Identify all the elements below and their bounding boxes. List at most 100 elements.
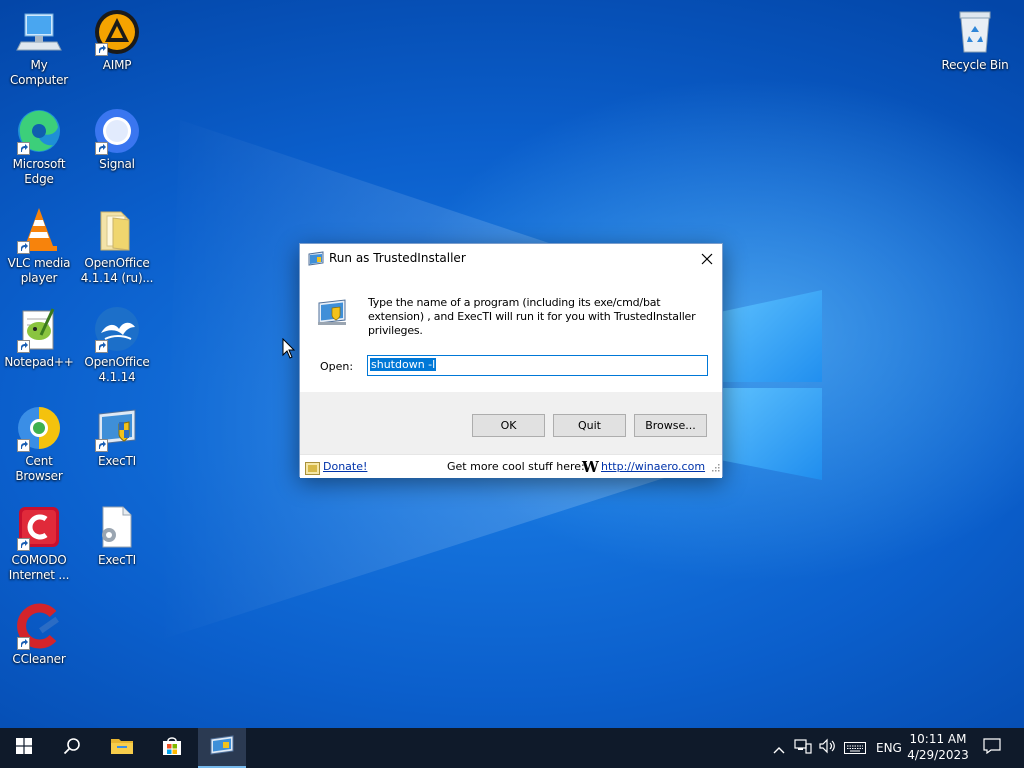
desktop-icon-label: VLC media player [7,256,71,285]
desktop-icon-openoffice-folder[interactable]: OpenOffice 4.1.14 (ru)... [78,206,156,286]
donate-icon [305,460,320,479]
ccleaner-icon [15,602,63,650]
openoffice-icon [93,305,141,353]
resize-grip-icon[interactable] [711,457,720,476]
dialog-description: Type the name of a program (including it… [368,296,696,337]
network-icon [794,738,812,758]
notification-icon [983,738,1001,758]
start-button[interactable] [0,728,48,768]
desktop-icon-label: AIMP [102,58,132,72]
desktop-icon-label: COMODO Internet ... [8,553,70,582]
program-icon [316,296,348,332]
desktop-icon-cent-browser[interactable]: Cent Browser [0,404,78,484]
search-button[interactable] [48,728,96,768]
desktop-icon-execti-shortcut[interactable]: ExecTI [78,404,156,469]
taskbar: ENG 10:11 AM 4/29/2023 [0,728,1024,768]
shortcut-arrow-icon [17,439,30,452]
desktop-icon-ccleaner[interactable]: CCleaner [0,602,78,667]
dialog-title: Run as TrustedInstaller [329,251,466,265]
open-label: Open: [320,360,354,373]
winaero-link[interactable]: http://winaero.com [601,460,705,473]
quit-button[interactable]: Quit [553,414,626,437]
shortcut-arrow-icon [95,43,108,56]
search-icon [63,737,81,759]
touch-keyboard-button[interactable] [842,728,868,768]
shortcut-arrow-icon [17,538,30,551]
chevron-up-icon [773,739,785,758]
desktop-icon-my-computer[interactable]: My Computer [0,8,78,88]
action-center-button[interactable] [976,728,1008,768]
speaker-icon [818,738,836,758]
desktop-icon-signal[interactable]: Signal [78,107,156,172]
input-language-indicator[interactable]: ENG [876,741,902,755]
browse-button[interactable]: Browse... [634,414,707,437]
desktop-icon-label: Microsoft Edge [12,157,66,186]
winaero-logo: W [582,458,599,476]
cool-stuff-text: Get more cool stuff here: [447,460,585,473]
ok-button[interactable]: OK [472,414,545,437]
edge-icon [15,107,63,155]
shortcut-arrow-icon [95,439,108,452]
desktop-icon-recycle-bin[interactable]: Recycle Bin [936,8,1014,73]
execti-app-icon [308,251,324,271]
dialog-titlebar[interactable]: Run as TrustedInstaller [300,244,722,274]
desktop-icon-label: OpenOffice 4.1.14 (ru)... [80,256,154,285]
recycle-bin-icon [951,8,999,56]
shortcut-arrow-icon [95,340,108,353]
desktop-icon-label: Cent Browser [15,454,63,483]
folder-icon [93,206,141,254]
desktop-icon-vlc[interactable]: VLC media player [0,206,78,286]
clock-date[interactable]: 4/29/2023 [904,748,972,762]
desktop-icon-execti-file[interactable]: ExecTI [78,503,156,568]
desktop-icon-label: Notepad++ [4,355,74,369]
aimp-icon [93,8,141,56]
taskbar-file-explorer[interactable] [98,728,146,768]
shortcut-arrow-icon [17,241,30,254]
taskbar-store[interactable] [148,728,196,768]
settings-file-icon [93,503,141,551]
shortcut-arrow-icon [95,142,108,155]
shortcut-arrow-icon [17,637,30,650]
windows-logo-icon [16,738,32,758]
taskbar-execti[interactable] [198,728,246,768]
execti-icon [210,735,234,759]
open-command-value: shutdown -l [370,358,437,371]
desktop-icon-edge[interactable]: Microsoft Edge [0,107,78,187]
open-command-input[interactable]: shutdown -l [367,355,708,376]
desktop-icon-label: My Computer [9,58,69,87]
desktop-icon-label: CCleaner [12,652,66,666]
desktop-icon-label: Recycle Bin [941,58,1009,72]
close-button[interactable] [692,244,722,274]
donate-link[interactable]: Donate! [323,460,367,473]
volume-button[interactable] [816,728,838,768]
keyboard-icon [844,739,866,758]
folder-icon [111,737,133,759]
desktop-icon-openoffice[interactable]: OpenOffice 4.1.14 [78,305,156,385]
desktop-icon-comodo[interactable]: COMODO Internet ... [0,503,78,583]
run-as-trustedinstaller-dialog: Run as TrustedInstaller Type the name of… [299,243,723,478]
network-button[interactable] [792,728,814,768]
desktop-icon-notepadpp[interactable]: Notepad++ [0,305,78,370]
dialog-button-bar: OK Quit Browse... [300,392,722,454]
notepadpp-icon [15,305,63,353]
cent-browser-icon [15,404,63,452]
comodo-icon [15,503,63,551]
desktop-icon-label: Signal [99,157,135,171]
store-bag-icon [162,736,182,760]
computer-icon [15,8,63,56]
vlc-cone-icon [15,206,63,254]
desktop-icon-label: ExecTI [98,454,136,468]
signal-icon [93,107,141,155]
show-hidden-icons-button[interactable] [770,728,788,768]
clock-time[interactable]: 10:11 AM [904,732,972,746]
dialog-footer: Donate! Get more cool stuff here: W http… [300,454,722,478]
shortcut-arrow-icon [17,142,30,155]
desktop-icon-label: OpenOffice 4.1.14 [84,355,150,384]
close-icon [701,250,713,269]
desktop-icon-aimp[interactable]: AIMP [78,8,156,73]
mouse-cursor-icon [282,337,296,364]
desktop-icon-label: ExecTI [98,553,136,567]
execti-icon [93,404,141,452]
dialog-body: Type the name of a program (including it… [300,274,722,392]
shortcut-arrow-icon [17,340,30,353]
